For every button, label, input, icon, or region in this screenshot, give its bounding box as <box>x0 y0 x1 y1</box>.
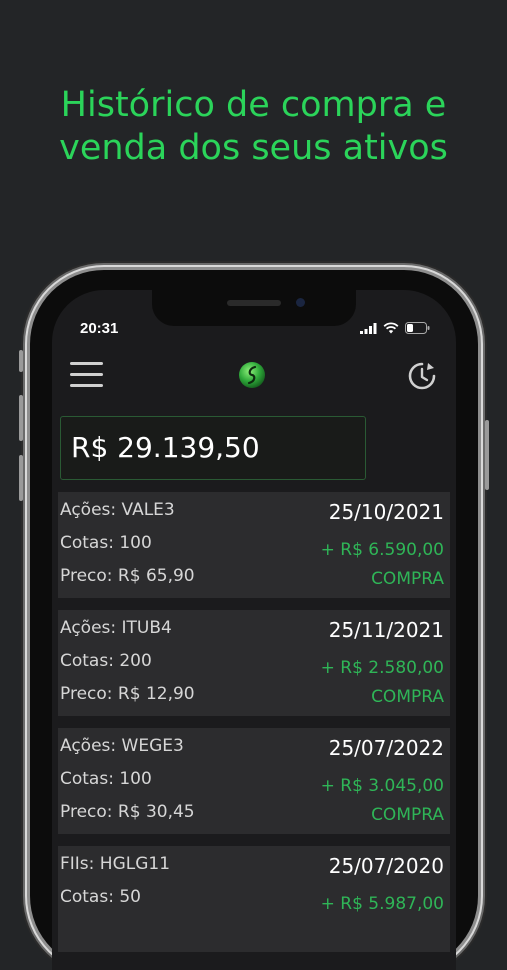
balance-value: R$ 29.139,50 <box>71 431 260 464</box>
price-label: Preco: R$ 30,45 <box>60 802 195 822</box>
asset-label: FIIs: HGLG11 <box>60 854 171 874</box>
price-label: Preco: R$ 65,90 <box>60 566 195 586</box>
transaction-type: COMPRA <box>371 687 444 707</box>
app-logo-icon <box>239 362 265 388</box>
transaction-date: 25/11/2021 <box>328 618 444 642</box>
quota-label: Cotas: 100 <box>60 769 152 789</box>
phone-side-button-power <box>485 420 489 490</box>
asset-label: Ações: VALE3 <box>60 500 175 520</box>
asset-label: Ações: ITUB4 <box>60 618 172 638</box>
quota-label: Cotas: 50 <box>60 887 141 907</box>
transaction-amount: + R$ 2.580,00 <box>320 658 444 678</box>
transaction-amount: + R$ 5.987,00 <box>320 894 444 914</box>
transaction-card[interactable]: Ações: ITUB4 Cotas: 200 Preco: R$ 12,90 … <box>58 610 450 716</box>
transaction-date: 25/07/2022 <box>328 736 444 760</box>
transaction-type: COMPRA <box>371 569 444 589</box>
app-bar <box>52 348 456 406</box>
phone-side-button-volume-down <box>19 455 23 501</box>
transaction-date: 25/10/2021 <box>328 500 444 524</box>
wifi-icon <box>383 322 399 334</box>
signal-icon <box>360 322 377 334</box>
phone-frame: 20:31 R$ 29.139,50 Ações: VALE3 Cotas: 1… <box>19 270 489 970</box>
quota-label: Cotas: 100 <box>60 533 152 553</box>
phone-side-button-silent <box>19 350 23 372</box>
front-camera-icon <box>296 298 305 307</box>
balance-box: R$ 29.139,50 <box>60 416 366 480</box>
transaction-amount: + R$ 6.590,00 <box>320 540 444 560</box>
earpiece-speaker <box>227 300 281 306</box>
notch <box>152 290 356 326</box>
hamburger-menu-icon[interactable] <box>70 362 104 388</box>
headline-line-1: Histórico de compra e <box>60 85 447 125</box>
battery-icon <box>405 322 430 334</box>
price-label: Preco: R$ 12,90 <box>60 684 195 704</box>
status-time: 20:31 <box>80 320 119 337</box>
asset-label: Ações: WEGE3 <box>60 736 184 756</box>
headline-line-2: venda dos seus ativos <box>59 128 448 168</box>
transaction-card[interactable]: FIIs: HGLG11 Cotas: 50 25/07/2020 + R$ 5… <box>58 846 450 952</box>
history-refresh-icon[interactable] <box>406 360 438 392</box>
transaction-date: 25/07/2020 <box>328 854 444 878</box>
headline: Histórico de compra e venda dos seus ati… <box>0 84 507 170</box>
quota-label: Cotas: 200 <box>60 651 152 671</box>
app-screen: 20:31 R$ 29.139,50 Ações: VALE3 Cotas: 1… <box>52 290 456 970</box>
transaction-card[interactable]: Ações: WEGE3 Cotas: 100 Preco: R$ 30,45 … <box>58 728 450 834</box>
transaction-type: COMPRA <box>371 805 444 825</box>
transaction-amount: + R$ 3.045,00 <box>320 776 444 796</box>
phone-side-button-volume-up <box>19 395 23 441</box>
status-icons <box>360 322 430 334</box>
transaction-card[interactable]: Ações: VALE3 Cotas: 100 Preco: R$ 65,90 … <box>58 492 450 598</box>
